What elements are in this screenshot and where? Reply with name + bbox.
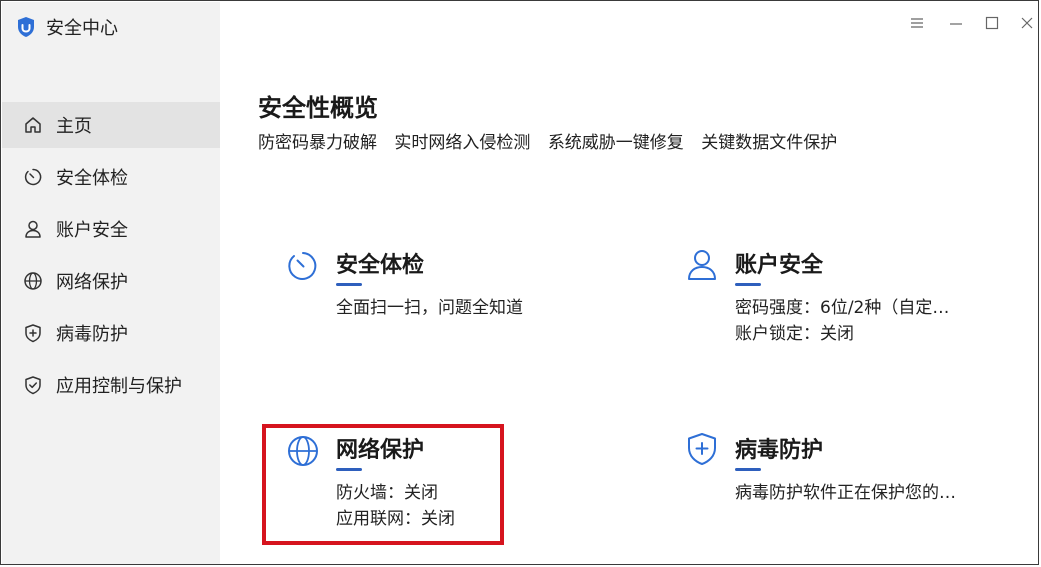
card-title: 网络保护 bbox=[336, 438, 425, 463]
card-accent-bar bbox=[735, 468, 761, 471]
feature-item: 系统威胁一键修复 bbox=[547, 133, 684, 153]
card-title: 病毒防护 bbox=[735, 438, 824, 463]
shield-plus-icon bbox=[22, 322, 44, 344]
card-title: 账户安全 bbox=[735, 253, 824, 278]
sidebar-item-label: 账户安全 bbox=[56, 220, 128, 241]
feature-item: 实时网络入侵检测 bbox=[394, 133, 531, 153]
sidebar-item-scan[interactable]: 安全体检 bbox=[2, 154, 220, 200]
feature-list: 防密码暴力破解 实时网络入侵检测 系统威胁一键修复 关键数据文件保护 bbox=[258, 128, 849, 153]
card-account-lock: 账户锁定：关闭 bbox=[735, 324, 854, 344]
card-virus-protection[interactable]: 病毒防护 病毒防护软件正在保护您的… bbox=[685, 432, 1005, 512]
app-title-bar: 安全中心 bbox=[16, 14, 118, 40]
page-title: 安全性概览 bbox=[258, 94, 378, 122]
sidebar-item-label: 应用控制与保护 bbox=[56, 376, 182, 397]
card-accent-bar bbox=[336, 283, 362, 286]
sidebar-item-label: 主页 bbox=[56, 116, 92, 137]
feature-item: 防密码暴力破解 bbox=[258, 133, 377, 153]
sidebar-item-account[interactable]: 账户安全 bbox=[2, 206, 220, 252]
home-icon bbox=[22, 114, 44, 136]
sidebar-item-network[interactable]: 网络保护 bbox=[2, 258, 220, 304]
card-description: 病毒防护软件正在保护您的… bbox=[735, 483, 956, 503]
card-description: 全面扫一扫，问题全知道 bbox=[336, 298, 523, 318]
card-firewall-status: 防火墙：关闭 bbox=[336, 483, 438, 503]
feature-item: 关键数据文件保护 bbox=[701, 133, 838, 153]
card-title: 安全体检 bbox=[336, 253, 425, 278]
card-app-network-status: 应用联网：关闭 bbox=[336, 509, 455, 529]
security-center-window: 安全中心 主页 安全体检 账户安全 网络保护 病毒防护 应用控制与保护 安全性概… bbox=[0, 0, 1039, 565]
sidebar-item-label: 网络保护 bbox=[56, 272, 128, 293]
person-icon bbox=[22, 218, 44, 240]
shield-check-icon bbox=[22, 374, 44, 396]
person-icon bbox=[685, 247, 719, 281]
sidebar: 安全中心 主页 安全体检 账户安全 网络保护 病毒防护 应用控制与保护 bbox=[2, 2, 220, 564]
sidebar-item-virus[interactable]: 病毒防护 bbox=[2, 310, 220, 356]
globe-icon bbox=[22, 270, 44, 292]
shield-logo-icon bbox=[16, 16, 36, 38]
sidebar-item-label: 安全体检 bbox=[56, 168, 128, 189]
sidebar-item-home[interactable]: 主页 bbox=[2, 102, 220, 148]
app-name: 安全中心 bbox=[46, 18, 118, 39]
main-content: 安全性概览 防密码暴力破解 实时网络入侵检测 系统威胁一键修复 关键数据文件保护… bbox=[220, 2, 1037, 563]
sidebar-nav: 主页 安全体检 账户安全 网络保护 病毒防护 应用控制与保护 bbox=[2, 102, 220, 414]
card-security-scan[interactable]: 安全体检 全面扫一扫，问题全知道 bbox=[286, 247, 606, 327]
card-accent-bar bbox=[735, 283, 761, 286]
scan-clock-icon bbox=[286, 249, 320, 283]
scan-clock-icon bbox=[22, 166, 44, 188]
card-accent-bar bbox=[336, 468, 362, 471]
card-network-protection[interactable]: 网络保护 防火墙：关闭 应用联网：关闭 bbox=[286, 432, 506, 532]
card-password-strength: 密码强度：6位/2种（自定… bbox=[735, 298, 950, 318]
globe-icon bbox=[286, 434, 320, 468]
sidebar-item-label: 病毒防护 bbox=[56, 324, 128, 345]
sidebar-item-app-control[interactable]: 应用控制与保护 bbox=[2, 362, 220, 408]
card-account-security[interactable]: 账户安全 密码强度：6位/2种（自定… 账户锁定：关闭 bbox=[685, 247, 1005, 347]
shield-plus-icon bbox=[685, 432, 719, 466]
